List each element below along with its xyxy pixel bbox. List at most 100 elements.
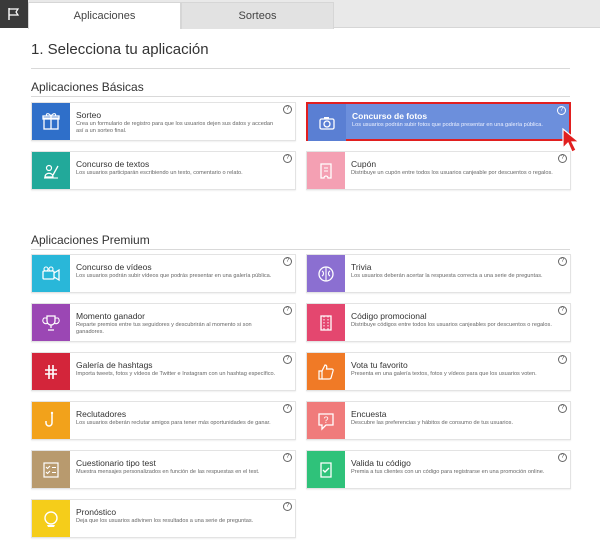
question-bubble-icon: ?	[318, 412, 334, 431]
app-name: Trivia	[351, 262, 372, 272]
checklist-icon	[43, 461, 59, 478]
app-icon-tile	[32, 402, 70, 439]
app-name: Reclutadores	[76, 409, 127, 419]
app-icon-tile	[308, 104, 346, 141]
app-name: Concurso de fotos	[352, 111, 428, 121]
app-name: Código promocional	[351, 311, 427, 321]
app-card[interactable]: Vota tu favorito Presenta en una galería …	[306, 352, 571, 391]
app-icon-tile	[307, 255, 345, 292]
app-name: Cuestionario tipo test	[76, 458, 156, 468]
camera-icon	[319, 116, 335, 130]
app-card[interactable]: Momento ganador Reparte premios entre tus…	[31, 303, 296, 342]
help-icon[interactable]: ?	[283, 105, 292, 114]
app-card[interactable]: Concurso de vídeos Los usuarios podrán su…	[31, 254, 296, 293]
help-icon[interactable]: ?	[558, 257, 567, 266]
app-icon-tile	[32, 304, 70, 341]
hashtag-icon	[45, 364, 57, 379]
help-icon[interactable]: ?	[557, 106, 566, 115]
app-description: Reparte premios entre tus seguidores y d…	[76, 322, 252, 335]
help-icon[interactable]: ?	[558, 355, 567, 364]
help-icon[interactable]: ?	[558, 404, 567, 413]
help-icon[interactable]: ?	[283, 502, 292, 511]
app-name: Vota tu favorito	[351, 360, 408, 370]
app-description: Los usuarios podrán subir vídeos que pod…	[76, 273, 272, 279]
app-card[interactable]: Cupón Distribuye un cupón entre todos los…	[306, 151, 571, 190]
cursor-pointer-icon	[562, 128, 581, 153]
app-description: Muestra mensajes personalizados en funci…	[76, 469, 260, 475]
app-name: Pronóstico	[76, 507, 117, 517]
app-description: Crea un formulario de registro para que …	[76, 121, 274, 134]
app-name: Valida tu código	[351, 458, 411, 468]
tab-sorteos[interactable]: Sorteos	[181, 2, 334, 29]
app-icon-tile	[32, 353, 70, 390]
help-icon[interactable]: ?	[283, 306, 292, 315]
divider	[31, 68, 570, 69]
help-icon[interactable]: ?	[283, 154, 292, 163]
app-name: Encuesta	[351, 409, 387, 419]
app-name: Momento ganador	[76, 311, 145, 321]
app-card[interactable]: Trivia Los usuarios deberán acertar la re…	[306, 254, 571, 293]
validate-code-icon	[320, 461, 332, 478]
app-description: Los usuarios deberán acertar la respuest…	[351, 273, 543, 279]
help-icon[interactable]: ?	[283, 404, 292, 413]
flag-button[interactable]	[0, 0, 28, 28]
app-icon-tile	[307, 304, 345, 341]
section-title-basic: Aplicaciones Básicas	[31, 80, 144, 94]
trophy-icon	[42, 314, 60, 331]
app-description: Descubre las preferencias y hábitos de c…	[351, 420, 513, 426]
writer-icon	[44, 164, 59, 179]
help-icon[interactable]: ?	[558, 306, 567, 315]
brain-icon	[318, 265, 334, 282]
app-card[interactable]: Concurso de textos Los usuarios participa…	[31, 151, 296, 190]
help-icon[interactable]: ?	[283, 355, 292, 364]
app-icon-tile	[32, 255, 70, 292]
crystal-ball-icon	[44, 510, 58, 527]
app-icon-tile	[32, 451, 70, 488]
video-camera-icon	[42, 265, 60, 281]
app-card[interactable]: Sorteo Crea un formulario de registro par…	[31, 102, 296, 141]
tab-aplicaciones[interactable]: Aplicaciones	[28, 2, 181, 29]
help-icon[interactable]: ?	[283, 257, 292, 266]
app-description: Los usuarios participarán escribiendo un…	[76, 170, 243, 176]
app-card[interactable]: Valida tu código Premia a tus clientes co…	[306, 450, 571, 489]
app-description: Los usuarios deberán reclutar amigos par…	[76, 420, 271, 426]
svg-text:?: ?	[323, 415, 328, 425]
section-title-premium: Aplicaciones Premium	[31, 233, 150, 247]
coupon-icon	[320, 162, 332, 179]
thumbs-up-icon	[318, 363, 334, 380]
divider	[31, 96, 570, 97]
app-card[interactable]: Concurso de fotos Los usuarios podrán sub…	[306, 102, 571, 141]
tab-bar: Aplicaciones Sorteos	[0, 0, 600, 29]
app-icon-tile	[307, 353, 345, 390]
app-name: Galería de hashtags	[76, 360, 153, 370]
divider	[31, 249, 570, 250]
app-description: Distribuye códigos entre todos los usuar…	[351, 322, 552, 328]
app-description: Deja que los usuarios adivinen los resul…	[76, 518, 254, 524]
app-card[interactable]: Galería de hashtags Importa tweets, fotos…	[31, 352, 296, 391]
help-icon[interactable]: ?	[558, 453, 567, 462]
help-icon[interactable]: ?	[283, 453, 292, 462]
hook-icon	[45, 411, 54, 427]
app-icon-tile	[307, 451, 345, 488]
app-icon-tile	[32, 103, 70, 140]
app-card[interactable]: Pronóstico Deja que los usuarios adivinen…	[31, 499, 296, 538]
app-icon-tile: ?	[307, 402, 345, 439]
app-icon-tile	[307, 152, 345, 189]
page-title: 1. Selecciona tu aplicación	[31, 41, 209, 58]
app-description: Premia a tus clientes con un código para…	[351, 469, 545, 475]
app-card[interactable]: Cuestionario tipo test Muestra mensajes p…	[31, 450, 296, 489]
ticket-icon	[320, 314, 332, 331]
app-name: Cupón	[351, 159, 377, 169]
app-name: Concurso de textos	[76, 159, 150, 169]
app-icon-tile	[32, 152, 70, 189]
app-description: Importa tweets, fotos y vídeos de Twitte…	[76, 371, 276, 377]
app-card[interactable]: Código promocional Distribuye códigos ent…	[306, 303, 571, 342]
gift-icon	[42, 112, 60, 130]
app-card[interactable]: ? Encuesta Descubre las preferencias y háb…	[306, 401, 571, 440]
app-icon-tile	[32, 500, 70, 537]
app-description: Distribuye un cupón entre todos los usua…	[351, 170, 553, 176]
app-description: Presenta en una galería textos, fotos y …	[351, 371, 537, 377]
app-card[interactable]: Reclutadores Los usuarios deberán recluta…	[31, 401, 296, 440]
app-name: Sorteo	[76, 110, 102, 120]
flag-icon	[8, 8, 20, 20]
